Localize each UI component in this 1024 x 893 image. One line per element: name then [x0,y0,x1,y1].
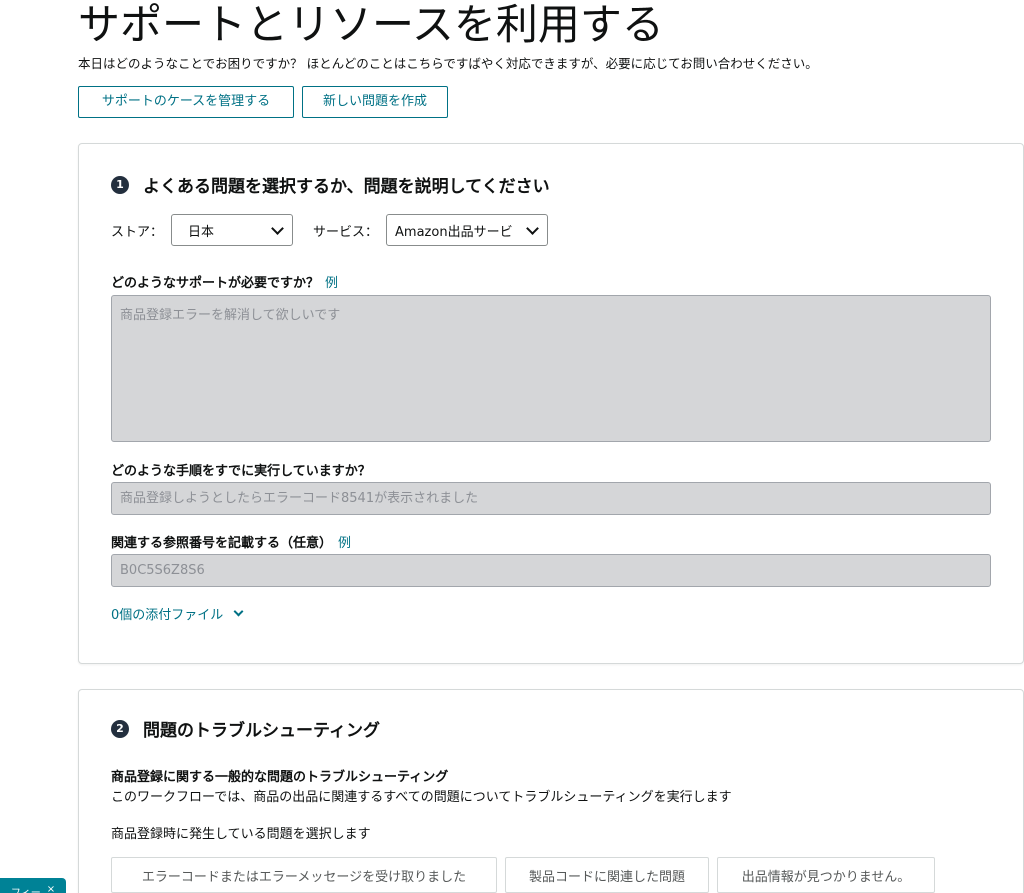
reference-number-example-link[interactable]: 例 [338,536,351,551]
troubleshooting-section-title: 商品登録に関する一般的な問題のトラブルシューティング [111,770,449,785]
chevron-down-icon [271,221,284,235]
manage-cases-button[interactable]: サポートのケースを管理する [78,86,294,118]
chevron-down-icon [526,221,539,235]
troubleshooting-section-desc: このワークフローでは、商品の出品に関連するすべての問題についてトラブルシューティ… [111,790,732,805]
feedback-tab-label: フィー [11,884,41,893]
reference-number-input[interactable] [111,554,991,587]
service-select[interactable]: Amazon出品サービ [386,214,549,246]
reference-number-label: 関連する参照番号を記載する（任意） 例 [111,532,351,551]
choice-product-code[interactable]: 製品コードに関連した問題 [505,857,709,893]
store-service-row: ストア： 日本 サービス： Amazon出品サービ [111,214,549,246]
new-issue-button[interactable]: 新しい問題を作成 [302,86,448,118]
store-label: ストア： [111,224,164,240]
steps-taken-input[interactable] [111,482,991,515]
page-subtitle: 本日はどのようなことでお困りですか？ ほとんどのことはこちらですばやく対応できま… [78,56,818,71]
choice-error-code[interactable]: エラーコードまたはエラーメッセージを受け取りました [111,857,497,893]
support-needed-textarea[interactable] [111,295,991,442]
step1-number-badge: 1 [111,175,129,194]
support-needed-label: どのようなサポートが必要ですか？ 例 [111,272,338,291]
attachments-toggle[interactable]: 0個の添付ファイル [111,604,244,623]
step2-heading: 2 問題のトラブルシューティング [111,716,380,741]
store-select[interactable]: 日本 [171,214,294,246]
close-icon[interactable]: × [47,884,55,893]
choice-listing-not-found[interactable]: 出品情報が見つかりません。 [717,857,935,893]
support-needed-example-link[interactable]: 例 [325,276,338,291]
chevron-down-icon [233,606,244,617]
feedback-tab[interactable]: フィー × [0,878,66,893]
steps-taken-label: どのような手順をすでに実行していますか？ [111,464,371,479]
troubleshooting-card: 2 問題のトラブルシューティング 商品登録に関する一般的な問題のトラブルシューテ… [78,689,1024,893]
page-title: サポートとリソースを利用する [78,0,664,49]
step2-title: 問題のトラブルシューティング [143,721,380,741]
service-label: サービス： [313,224,379,240]
service-select-value: Amazon出品サービ [395,224,513,240]
support-needed-label-text: どのようなサポートが必要ですか？ [111,276,320,291]
describe-issue-card: 1 よくある問題を選択するか、問題を説明してください ストア： 日本 サービス：… [78,143,1024,664]
reference-number-label-text: 関連する参照番号を記載する（任意） [111,536,333,551]
step1-title: よくある問題を選択するか、問題を説明してください [143,177,550,197]
store-select-value: 日本 [188,224,215,240]
attachments-label: 0個の添付ファイル [111,608,224,623]
step2-number-badge: 2 [111,719,129,738]
step1-heading: 1 よくある問題を選択するか、問題を説明してください [111,172,550,197]
support-page: サポートとリソースを利用する 本日はどのようなことでお困りですか？ ほとんどのこ… [0,0,1024,893]
issue-select-prompt: 商品登録時に発生している問題を選択します [111,827,371,842]
